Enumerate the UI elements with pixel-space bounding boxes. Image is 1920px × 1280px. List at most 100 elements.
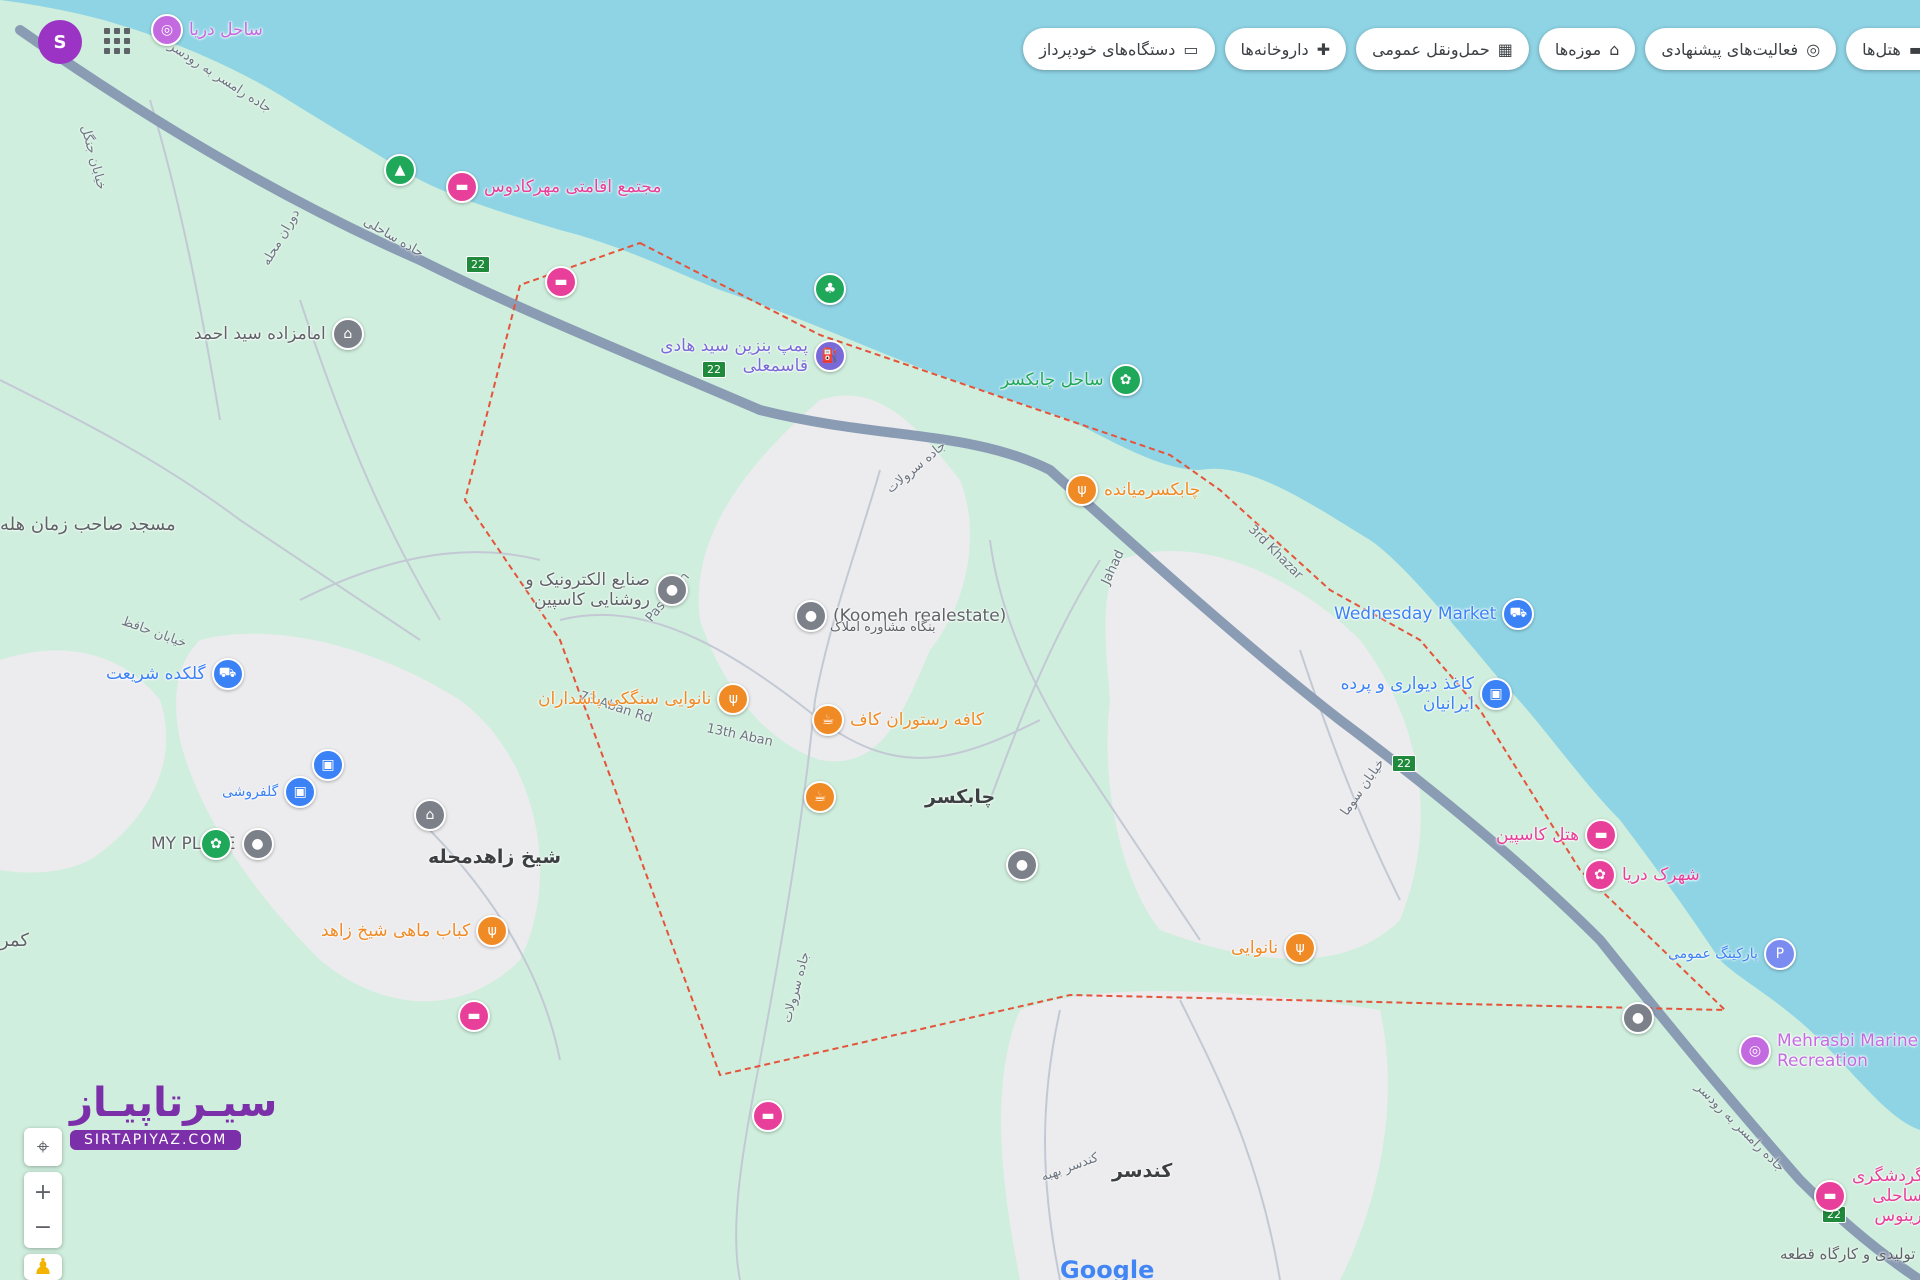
shop-icon: ▣	[1480, 678, 1512, 710]
poi-shahrak-darya[interactable]: ✿ شهرک دریا	[1584, 859, 1700, 891]
parking-icon: P	[1763, 938, 1796, 970]
poi-hotel-caspian[interactable]: ▬ هتل کاسپین	[1496, 819, 1618, 851]
poi-wallpaper-shop[interactable]: ▣ کاغذ دیواری و پرده ایرانیان	[1334, 674, 1512, 714]
poi-golforoushi[interactable]: ▣ گلفروشی	[222, 776, 317, 808]
poi-mehrasbi-marine[interactable]: ◎ Mehrasbi Marine Recreation	[1739, 1031, 1920, 1071]
poi-place[interactable]: ●	[1006, 849, 1038, 881]
poi-sahel-darya[interactable]: ◎ ساحل دریا	[151, 14, 263, 46]
poi-hotel[interactable]: ▬	[545, 266, 577, 298]
pegman-icon: ♟	[33, 1254, 53, 1280]
category-chips: ▬ هتل‌ها ◎ فعالیت‌های پیشنهادی ⌂ موزه‌ها…	[1023, 28, 1920, 70]
poi-rinus[interactable]: ▬ گردشگری ساحلی رینوس	[1814, 1166, 1920, 1226]
place-label: کمر	[0, 930, 29, 951]
atm-icon: ▭	[1183, 39, 1199, 59]
locate-button[interactable]: ⌖	[24, 1128, 62, 1166]
transit-icon: ▦	[1497, 39, 1513, 59]
account-avatar[interactable]: S	[38, 20, 82, 64]
bed-icon: ▬	[1814, 1180, 1846, 1212]
restaurant-icon: ψ	[476, 915, 509, 947]
bed-icon: ▬	[458, 1000, 490, 1032]
poi-mehrkadus[interactable]: ▬ مجتمع اقامتی مهرکادوس	[446, 171, 661, 203]
cafe-icon: ☕	[804, 781, 836, 813]
poi-bakery-pasdaran[interactable]: ψ نانوایی سنگکی پاسداران	[538, 683, 750, 715]
poi-cafe-kaf[interactable]: ☕ کافه رستوران کاف	[812, 704, 984, 736]
pin-icon: ●	[241, 828, 274, 860]
poi-campsite[interactable]: ▲	[384, 154, 416, 186]
poi-sublabel: بنگاه مشاوره املاک	[830, 620, 936, 635]
poi-cafe[interactable]: ☕	[804, 781, 836, 813]
poi-garden[interactable]: ✿	[200, 828, 232, 860]
chip-museums[interactable]: ⌂ موزه‌ها	[1538, 28, 1636, 70]
zoom-controls: + −	[24, 1172, 62, 1248]
museum-icon: ⌂	[1609, 39, 1620, 59]
cafe-icon: ☕	[812, 704, 844, 736]
map-canvas[interactable]: 22 22 22 22 جاده رامسر به رودسر جاده ساح…	[0, 0, 1920, 1280]
poi-shop[interactable]: ▣	[312, 749, 344, 781]
pin-icon: ●	[1006, 849, 1038, 881]
apps-grid-icon[interactable]	[104, 28, 130, 54]
chip-activities[interactable]: ◎ فعالیت‌های پیشنهادی	[1645, 28, 1837, 70]
restaurant-icon: ψ	[1284, 932, 1317, 964]
poi-public-parking[interactable]: P پارکینگ عمومی	[1668, 938, 1796, 970]
zoom-in-button[interactable]: +	[34, 1180, 52, 1205]
watermark-url: SIRTAPIYAZ.COM	[70, 1130, 242, 1150]
poi-bakery[interactable]: ψ نانوایی	[1231, 932, 1317, 964]
poi-park[interactable]: ♣	[814, 273, 846, 305]
chip-pharmacies[interactable]: ✚ داروخانه‌ها	[1224, 28, 1347, 70]
pegman-button[interactable]: ♟	[24, 1254, 62, 1280]
highway-shield: 22	[1392, 755, 1416, 772]
poi-shrine[interactable]: ⌂	[414, 799, 446, 831]
poi-kabab-mahi[interactable]: ψ کباب ماهی شیخ زاهد	[321, 915, 509, 947]
camera-icon: ◎	[1806, 39, 1821, 59]
bed-icon: ▬	[1585, 819, 1618, 851]
poi-chabaksarmiande[interactable]: ψ چابکسرمیانده	[1066, 474, 1200, 506]
bed-icon: ▬	[752, 1100, 784, 1132]
poi-hotel[interactable]: ▬	[458, 1000, 490, 1032]
place-label: کندسر	[1112, 1160, 1173, 1182]
place-label: مجتمع تولیدی و کارگاه قطعه	[1780, 1245, 1920, 1263]
flower-icon: ✿	[200, 828, 232, 860]
pharmacy-icon: ✚	[1316, 39, 1331, 59]
place-label: چابکسر	[925, 786, 996, 808]
poi-golkadeh[interactable]: ⛟ گلکده شریعت	[106, 658, 244, 690]
poi-imamzadeh[interactable]: ⌂ امامزاده سید احمد	[194, 318, 364, 350]
poi-place[interactable]: ●	[1622, 1002, 1654, 1034]
shrine-icon: ⌂	[414, 799, 446, 831]
hotel-icon: ▬	[1908, 39, 1920, 59]
poi-gas-station[interactable]: ⛽ پمپ بنزین سید هادی قاسمعلی	[658, 336, 846, 376]
chip-atms[interactable]: ▭ دستگاه‌های خودپرداز	[1023, 28, 1215, 70]
shop-icon: ▣	[312, 749, 344, 781]
place-label: مسجد صاحب زمان هله	[0, 514, 176, 535]
camera-icon: ◎	[1739, 1035, 1771, 1067]
watermark: سیـرتاپیـاز SIRTAPIYAZ.COM	[70, 1080, 277, 1150]
highway-shield: 22	[466, 256, 490, 273]
cart-icon: ⛟	[211, 658, 244, 690]
cart-icon: ⛟	[1502, 598, 1535, 630]
chip-hotels[interactable]: ▬ هتل‌ها	[1846, 28, 1920, 70]
shop-icon: ▣	[284, 776, 317, 808]
zoom-out-button[interactable]: −	[34, 1215, 52, 1240]
bed-icon: ▬	[545, 266, 577, 298]
watermark-title: سیـرتاپیـاز	[70, 1080, 278, 1126]
pin-icon: ●	[795, 600, 827, 632]
chip-transit[interactable]: ▦ حمل‌ونقل عمومی	[1356, 28, 1529, 70]
pin-icon: ●	[656, 574, 688, 606]
poi-caspian-electronics[interactable]: ● صنایع الکترونیک و روشنایی کاسپین	[520, 570, 688, 610]
tree-icon: ♣	[814, 273, 846, 305]
place-label: شیخ زاهدمحله	[428, 846, 562, 868]
urban-area	[1001, 991, 1388, 1280]
restaurant-icon: ψ	[1066, 474, 1098, 506]
fuel-icon: ⛽	[814, 340, 846, 372]
restaurant-icon: ψ	[717, 683, 750, 715]
beach-icon: ✿	[1109, 364, 1142, 396]
poi-hotel[interactable]: ▬	[752, 1100, 784, 1132]
poi-sahel-chabaksar[interactable]: ✿ ساحل چابکسر	[1001, 364, 1142, 396]
poi-wednesday-market[interactable]: ⛟ Wednesday Market	[1334, 598, 1535, 630]
tent-icon: ▲	[384, 154, 416, 186]
map-base	[0, 0, 1920, 1280]
beach-icon: ✿	[1584, 859, 1616, 891]
google-logo: Google	[1060, 1256, 1155, 1280]
bed-icon: ▬	[446, 171, 478, 203]
shrine-icon: ⌂	[331, 318, 364, 350]
camera-icon: ◎	[151, 14, 183, 46]
